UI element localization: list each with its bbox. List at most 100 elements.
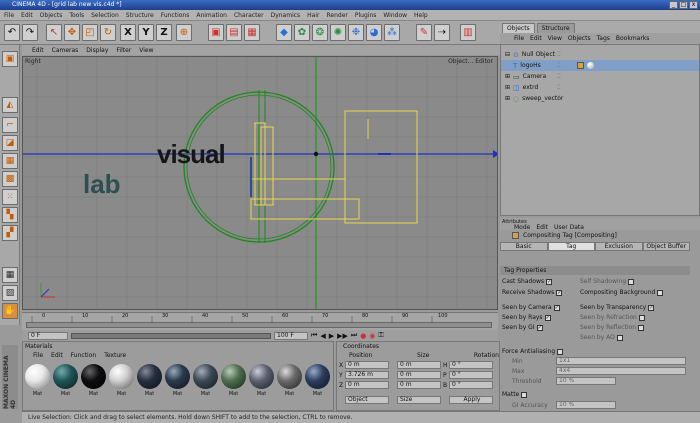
rotation-p-field[interactable]: 0 ° [449, 371, 493, 379]
material-swatch[interactable] [277, 364, 302, 389]
render-picture-viewer-icon[interactable]: ▤ [226, 24, 242, 41]
visibility-dots-icon[interactable]: ⁚⁚ [557, 51, 561, 58]
obj-menu-view[interactable]: View [548, 35, 562, 42]
position-y-field[interactable]: 3.726 m [345, 371, 389, 379]
close-button[interactable]: x [689, 1, 698, 9]
checkbox[interactable]: ✓ [553, 304, 560, 311]
object-mode-icon[interactable]: ⌐ [2, 117, 18, 133]
cube-icon[interactable]: ◆ [276, 24, 292, 41]
aa-max-select[interactable]: 4x4 [556, 367, 686, 375]
menu-animation[interactable]: Animation [196, 12, 227, 19]
play-icon[interactable]: ▶ [329, 332, 334, 340]
size-y-field[interactable]: 0 m [397, 371, 441, 379]
rotation-h-field[interactable]: 0 ° [449, 361, 493, 369]
material-swatch[interactable] [165, 364, 190, 389]
menu-help[interactable]: Help [414, 12, 428, 19]
prop-self-shadowing[interactable]: Self Shadowing [580, 278, 635, 285]
scene-icon[interactable]: ❉ [348, 24, 364, 41]
object-row[interactable]: ⊞ ▭ Camera ⁚⁚ [501, 71, 699, 82]
position-z-field[interactable]: 0 m [345, 381, 389, 389]
menu-structure[interactable]: Structure [126, 12, 154, 19]
end-frame-field[interactable]: 100 F [274, 331, 308, 340]
materials-menu-file[interactable]: File [33, 352, 43, 359]
materials-menu-function[interactable]: Function [71, 352, 97, 359]
prop-cast-shadows[interactable]: Cast Shadows ✓ [502, 278, 553, 285]
visibility-dots-icon[interactable]: ⁚⁚ [557, 62, 561, 69]
x-axis-icon[interactable]: X [120, 24, 136, 41]
checkbox[interactable] [657, 289, 664, 296]
light-icon[interactable]: ✎ [416, 24, 432, 41]
prop-seen-by-ao[interactable]: Seen by AO [580, 334, 623, 341]
obj-menu-edit[interactable]: Edit [530, 35, 542, 42]
position-x-field[interactable]: 0 m [345, 361, 389, 369]
visibility-dots-icon[interactable]: ⁚⁚ [557, 73, 561, 80]
axis-mode-icon[interactable]: ▩ [2, 171, 18, 187]
polygons-mode-icon[interactable]: ▞ [2, 225, 18, 241]
workplane-icon[interactable]: ▨ [2, 285, 18, 301]
environment-icon[interactable]: ◕ [366, 24, 382, 41]
prop-seen-by-rays[interactable]: Seen by Rays ✓ [502, 314, 551, 321]
gi-accuracy-field[interactable]: 10 % [556, 401, 616, 409]
animation-mode-icon[interactable]: ◪ [2, 135, 18, 151]
deformer-icon[interactable]: ✺ [330, 24, 346, 41]
viewport-menu-view[interactable]: View [139, 47, 153, 54]
viewport[interactable]: Right Object... Editor visual lab [22, 56, 498, 310]
material-swatch[interactable] [137, 364, 162, 389]
size-x-field[interactable]: 0 m [397, 361, 441, 369]
start-frame-field[interactable]: 0 F [28, 331, 68, 340]
material-swatch[interactable] [249, 364, 274, 389]
object-row[interactable]: ⊟ ⊙ Null Object ⁚⁚ [501, 49, 699, 60]
camera-icon[interactable]: ⁂ [384, 24, 400, 41]
menu-dynamics[interactable]: Dynamics [271, 12, 301, 19]
scale-icon[interactable]: ◰ [82, 24, 98, 41]
auto-key-icon[interactable]: ◉ [369, 332, 375, 340]
tab-object-buffer[interactable]: Object Buffer [642, 242, 690, 251]
menu-edit[interactable]: Edit [21, 12, 33, 19]
materials-menu-texture[interactable]: Texture [104, 352, 126, 359]
prop-force-antialiasing[interactable]: Force Antialiasing [502, 348, 564, 355]
timeline-track[interactable] [26, 322, 492, 328]
y-axis-icon[interactable]: Y [138, 24, 154, 41]
expand-icon[interactable]: ⊞ [505, 84, 510, 91]
record-icon[interactable]: ● [360, 332, 366, 340]
redo-icon[interactable]: ↷ [22, 24, 38, 41]
menu-tools[interactable]: Tools [69, 12, 84, 19]
menu-plugins[interactable]: Plugins [355, 12, 377, 19]
render-settings-icon[interactable]: ▦ [244, 24, 260, 41]
obj-menu-tags[interactable]: Tags [597, 35, 610, 42]
undo-icon[interactable]: ↶ [4, 24, 20, 41]
visibility-dots-icon[interactable]: ⁚⁚ [557, 95, 561, 102]
model-mode-icon[interactable]: ◭ [2, 97, 18, 113]
coordinate-system-icon[interactable]: ⊕ [176, 24, 192, 41]
material-swatch[interactable] [193, 364, 218, 389]
snap-icon[interactable]: ▦ [2, 267, 18, 283]
make-editable-icon[interactable]: ▣ [2, 51, 18, 67]
checkbox[interactable]: ✓ [648, 304, 655, 311]
material-swatch[interactable] [53, 364, 78, 389]
aa-min-select[interactable]: 1x1 [556, 357, 686, 365]
menu-functions[interactable]: Functions [161, 12, 190, 19]
checkbox[interactable]: ✓ [556, 289, 563, 296]
nurbs-icon[interactable]: ✿ [294, 24, 310, 41]
material-swatch[interactable] [109, 364, 134, 389]
coordinate-mode-select[interactable]: Object [345, 396, 389, 404]
render-view-icon[interactable]: ▣ [208, 24, 224, 41]
expand-icon[interactable]: ⊞ [505, 73, 510, 80]
checkbox[interactable] [521, 391, 528, 398]
checkbox[interactable] [557, 348, 564, 355]
tab-objects[interactable]: Objects [502, 23, 535, 33]
menu-render[interactable]: Render [327, 12, 348, 19]
size-mode-select[interactable]: Size [397, 396, 441, 404]
obj-menu-bookmarks[interactable]: Bookmarks [616, 35, 650, 42]
prev-key-icon[interactable]: ◀ [320, 332, 325, 340]
tab-basic[interactable]: Basic [500, 242, 548, 251]
material-swatch[interactable] [221, 364, 246, 389]
checkbox[interactable]: ✓ [536, 324, 543, 331]
prop-seen-by-reflection[interactable]: Seen by Reflection [580, 324, 645, 331]
z-axis-icon[interactable]: Z [156, 24, 172, 41]
prop-seen-by-refraction[interactable]: Seen by Refraction [580, 314, 645, 321]
rotation-b-field[interactable]: 0 ° [449, 381, 493, 389]
object-row[interactable]: ⊞ ◌ sweep_vector ⁚⁚ [501, 93, 699, 104]
tab-structure[interactable]: Structure [536, 23, 575, 33]
material-swatch[interactable] [25, 364, 50, 389]
